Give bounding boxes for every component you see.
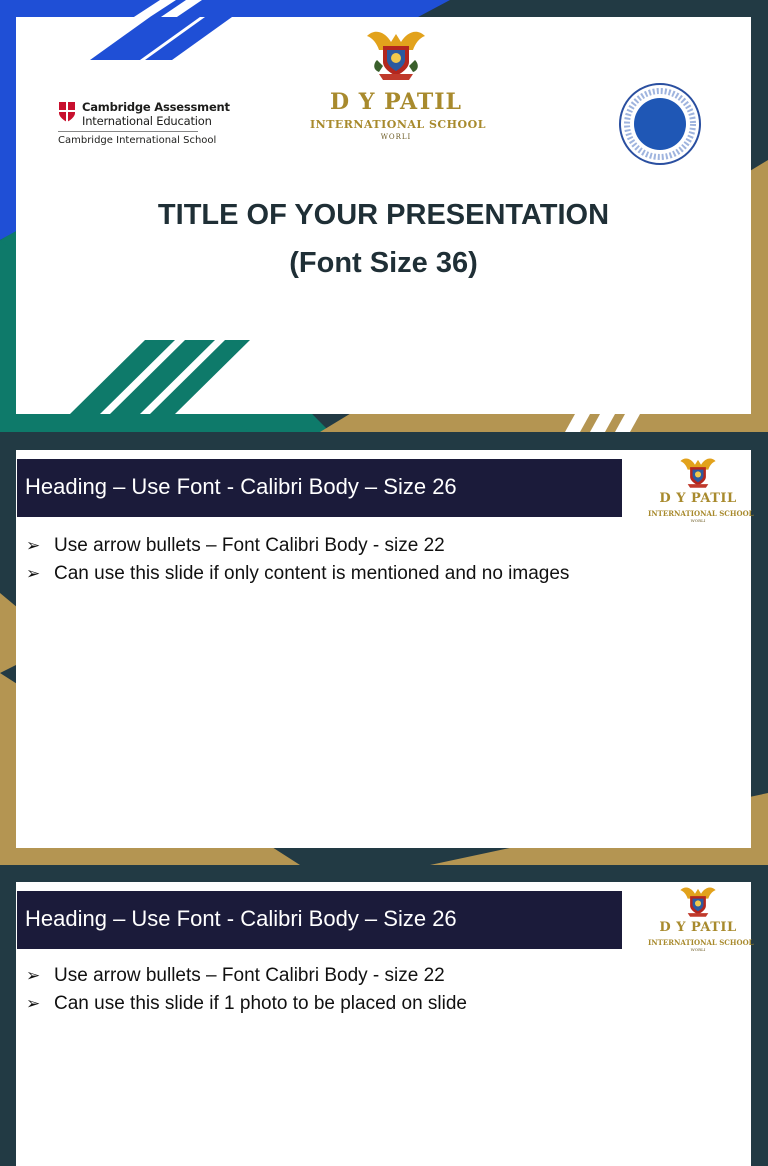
mini-school-subtitle: INTERNATIONAL SCHOOL (648, 509, 754, 518)
ib-world-school-icon (619, 83, 701, 165)
bullet-text: Can use this slide if 1 photo to be plac… (54, 993, 467, 1014)
cambridge-line1: Cambridge Assessment (82, 100, 230, 114)
arrow-bullet-icon: ➢ (26, 994, 41, 1013)
slide-heading: Heading – Use Font - Calibri Body – Size… (25, 474, 457, 499)
content-slide-1: Heading – Use Font - Calibri Body – Size… (0, 433, 768, 865)
school-crest-icon (680, 887, 716, 917)
slide-heading-bar: Heading – Use Font - Calibri Body – Size… (17, 891, 622, 949)
arrow-bullet-icon: ➢ (26, 536, 41, 555)
cambridge-shield-icon (59, 102, 75, 122)
list-item: ➢ Use arrow bullets – Font Calibri Body -… (26, 962, 467, 990)
cambridge-logo: Cambridge Assessment International Educa… (58, 100, 230, 150)
bullet-text: Can use this slide if only content is me… (54, 563, 570, 584)
ib-logo (616, 80, 704, 168)
mini-school-name: D Y PATIL (659, 491, 737, 506)
dy-patil-logo: D Y PATIL INTERNATIONAL SCHOOL WORLI (310, 26, 486, 146)
bullet-list: ➢ Use arrow bullets – Font Calibri Body -… (26, 532, 569, 588)
cambridge-line3: Cambridge International School (58, 135, 217, 146)
list-item: ➢ Can use this slide if only content is m… (26, 560, 569, 588)
dy-patil-mini-logo: D Y PATIL INTERNATIONAL SCHOOL WORLI (648, 455, 754, 525)
mini-school-subtitle: INTERNATIONAL SCHOOL (648, 938, 754, 947)
presentation-title: TITLE OF YOUR PRESENTATION (157, 199, 610, 231)
cambridge-divider (58, 131, 198, 132)
arrow-bullet-icon: ➢ (26, 564, 41, 583)
mini-school-name: D Y PATIL (659, 920, 737, 935)
list-item: ➢ Can use this slide if 1 photo to be pla… (26, 990, 467, 1018)
school-crest-icon (367, 31, 425, 80)
bullet-text: Use arrow bullets – Font Calibri Body - … (54, 965, 445, 986)
cambridge-line2: International Education (82, 114, 212, 128)
dy-patil-mini-logo: D Y PATIL INTERNATIONAL SCHOOL WORLI (648, 884, 754, 954)
school-location: WORLI (380, 133, 412, 141)
mini-school-location: WORLI (690, 518, 706, 523)
arrow-bullet-icon: ➢ (26, 966, 41, 985)
slide-heading: Heading – Use Font - Calibri Body – Size… (25, 906, 457, 931)
slide-heading-bar: Heading – Use Font - Calibri Body – Size… (17, 459, 622, 517)
presentation-title-font-note: (Font Size 36) (289, 247, 478, 279)
bullet-list: ➢ Use arrow bullets – Font Calibri Body -… (26, 962, 467, 1018)
title-slide: Cambridge Assessment International Educa… (0, 0, 768, 432)
bullet-text: Use arrow bullets – Font Calibri Body - … (54, 535, 445, 556)
school-name: D Y PATIL (329, 89, 463, 115)
school-crest-icon (680, 458, 716, 488)
content-slide-2: Heading – Use Font - Calibri Body – Size… (0, 866, 768, 1166)
school-subtitle: INTERNATIONAL SCHOOL (310, 118, 486, 131)
list-item: ➢ Use arrow bullets – Font Calibri Body -… (26, 532, 569, 560)
mini-school-location: WORLI (690, 947, 706, 952)
